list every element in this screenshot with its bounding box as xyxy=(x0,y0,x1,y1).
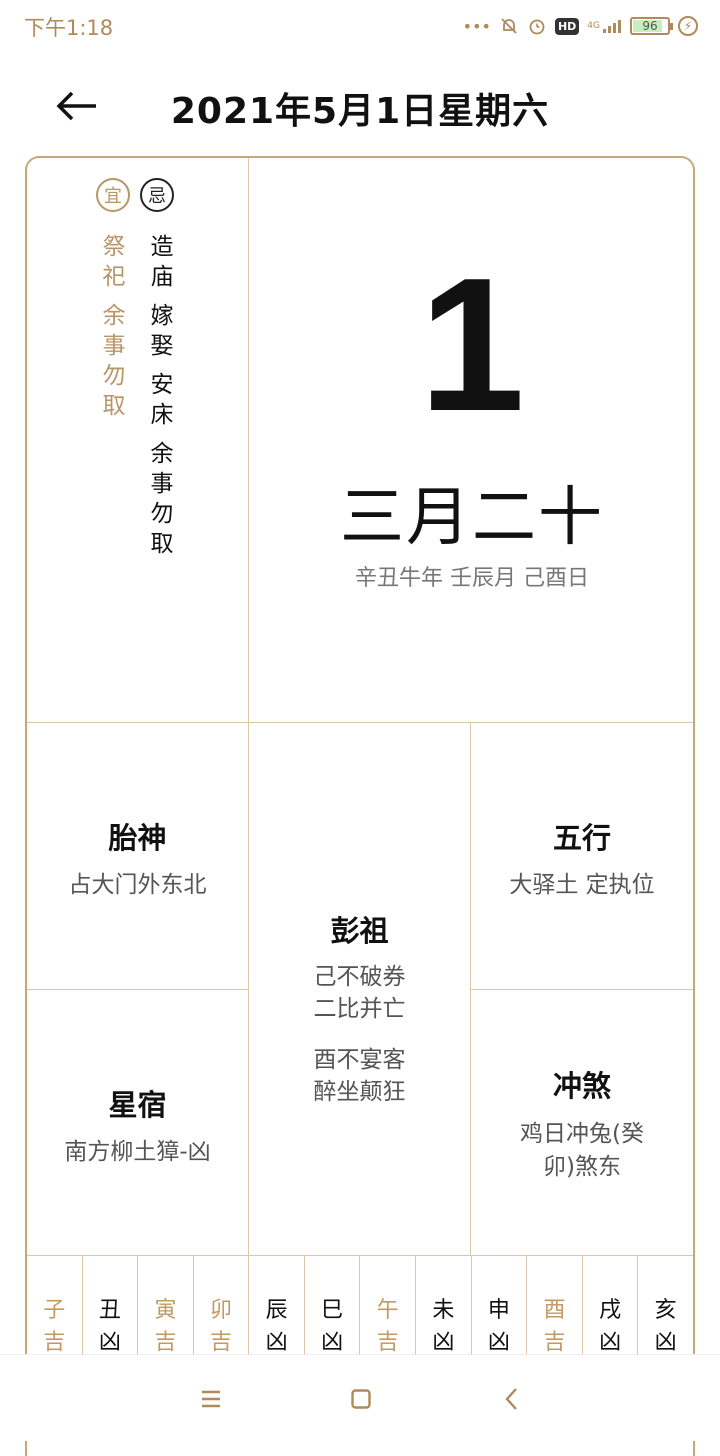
yi-item: 余事勿取 xyxy=(102,303,126,419)
hour-zhi: 午 xyxy=(376,1298,399,1323)
menu-icon[interactable] xyxy=(189,1377,233,1421)
hour-zhi: 寅 xyxy=(154,1298,177,1323)
signal-icon: 4G xyxy=(587,18,622,34)
yiji-badges: 宜 忌 xyxy=(96,178,174,212)
chongsha-line: 卯)煞东 xyxy=(543,1154,621,1180)
hour-zhi: 申 xyxy=(487,1298,510,1323)
more-dots-icon: ••• xyxy=(462,16,491,36)
pengzu-line: 酉不宴客 xyxy=(313,1047,406,1073)
hour-cell: 亥凶 xyxy=(638,1256,693,1356)
pengzu-line: 己不破券 xyxy=(313,964,406,990)
system-nav-bar xyxy=(0,1354,720,1441)
pengzu-line: 二比并亡 xyxy=(313,996,406,1022)
hour-cell: 戌凶 xyxy=(583,1256,639,1356)
wuxing-text: 大驿土 定执位 xyxy=(509,872,655,898)
pengzu-line: 醉坐颠狂 xyxy=(313,1079,406,1105)
ji-item: 嫁娶 xyxy=(150,303,174,359)
hour-cell: 酉吉 xyxy=(527,1256,583,1356)
divider xyxy=(27,989,248,990)
status-icons: ••• HD 4G 96 ⚡ xyxy=(463,12,698,40)
hour-zhi: 辰 xyxy=(265,1298,288,1323)
yi-list: 祭祀 余事勿取 xyxy=(99,232,129,430)
status-bar: 下午1:18 ••• HD 4G 96 ⚡ xyxy=(0,0,720,52)
battery-icon: 96 xyxy=(630,17,673,35)
alarm-icon xyxy=(527,16,547,36)
yi-item: 祭祀 xyxy=(102,234,126,290)
ji-item: 安床 xyxy=(150,372,174,428)
chongsha-line: 鸡日冲兔(癸 xyxy=(520,1121,644,1147)
hd-icon: HD xyxy=(554,17,580,35)
hours-row: 子吉 丑凶 寅吉 卯吉 辰凶 巳凶 午吉 未凶 申凶 酉吉 戌凶 亥凶 xyxy=(27,1256,693,1356)
hour-zhi: 子 xyxy=(43,1298,66,1323)
hour-cell: 子吉 xyxy=(27,1256,83,1356)
header: 2021年5月1日星期六 xyxy=(0,60,720,150)
pengzu-title: 彭祖 xyxy=(330,914,389,948)
hour-zhi: 戌 xyxy=(599,1298,622,1323)
page-title: 2021年5月1日星期六 xyxy=(170,91,550,132)
hour-zhi: 未 xyxy=(432,1298,455,1323)
battery-level: 96 xyxy=(642,19,658,33)
divider xyxy=(27,722,693,723)
xingsu-title: 星宿 xyxy=(108,1088,167,1122)
hour-cell: 午吉 xyxy=(360,1256,417,1356)
charging-icon: ⚡ xyxy=(678,16,698,36)
hour-cell: 辰凶 xyxy=(249,1256,305,1356)
taishen-title: 胎神 xyxy=(108,821,167,855)
wuxing-title: 五行 xyxy=(552,821,611,855)
hour-cell: 丑凶 xyxy=(83,1256,139,1356)
yi-badge: 宜 xyxy=(96,178,130,212)
day-number: 1 xyxy=(419,239,525,451)
xingsu-text: 南方柳土獐-凶 xyxy=(64,1139,211,1165)
hour-zhi: 卯 xyxy=(210,1298,233,1323)
status-time: 下午1:18 xyxy=(24,16,114,40)
ji-item: 余事勿取 xyxy=(150,441,174,557)
back-nav-icon[interactable] xyxy=(490,1377,534,1421)
lunar-date: 三月二十 xyxy=(340,481,604,555)
ji-item: 造庙 xyxy=(150,234,174,290)
hour-cell: 申凶 xyxy=(472,1256,528,1356)
divider xyxy=(471,989,693,990)
hour-cell: 未凶 xyxy=(416,1256,472,1356)
chongsha-title: 冲煞 xyxy=(552,1069,611,1103)
mute-bell-icon xyxy=(499,16,519,36)
ji-list: 造庙 嫁娶 安床 余事勿取 xyxy=(147,232,177,568)
network-type: 4G xyxy=(587,21,600,31)
hour-zhi: 丑 xyxy=(98,1298,121,1323)
hour-zhi: 巳 xyxy=(321,1298,344,1323)
hour-zhi: 亥 xyxy=(654,1298,677,1323)
hour-cell: 巳凶 xyxy=(305,1256,361,1356)
hour-zhi: 酉 xyxy=(543,1298,566,1323)
home-icon[interactable] xyxy=(339,1377,383,1421)
hour-cell: 卯吉 xyxy=(194,1256,250,1356)
ji-badge: 忌 xyxy=(140,178,174,212)
ganzhi-text: 辛丑牛年 壬辰月 己酉日 xyxy=(355,566,589,591)
taishen-text: 占大门外东北 xyxy=(68,872,207,898)
hour-cell: 寅吉 xyxy=(138,1256,194,1356)
